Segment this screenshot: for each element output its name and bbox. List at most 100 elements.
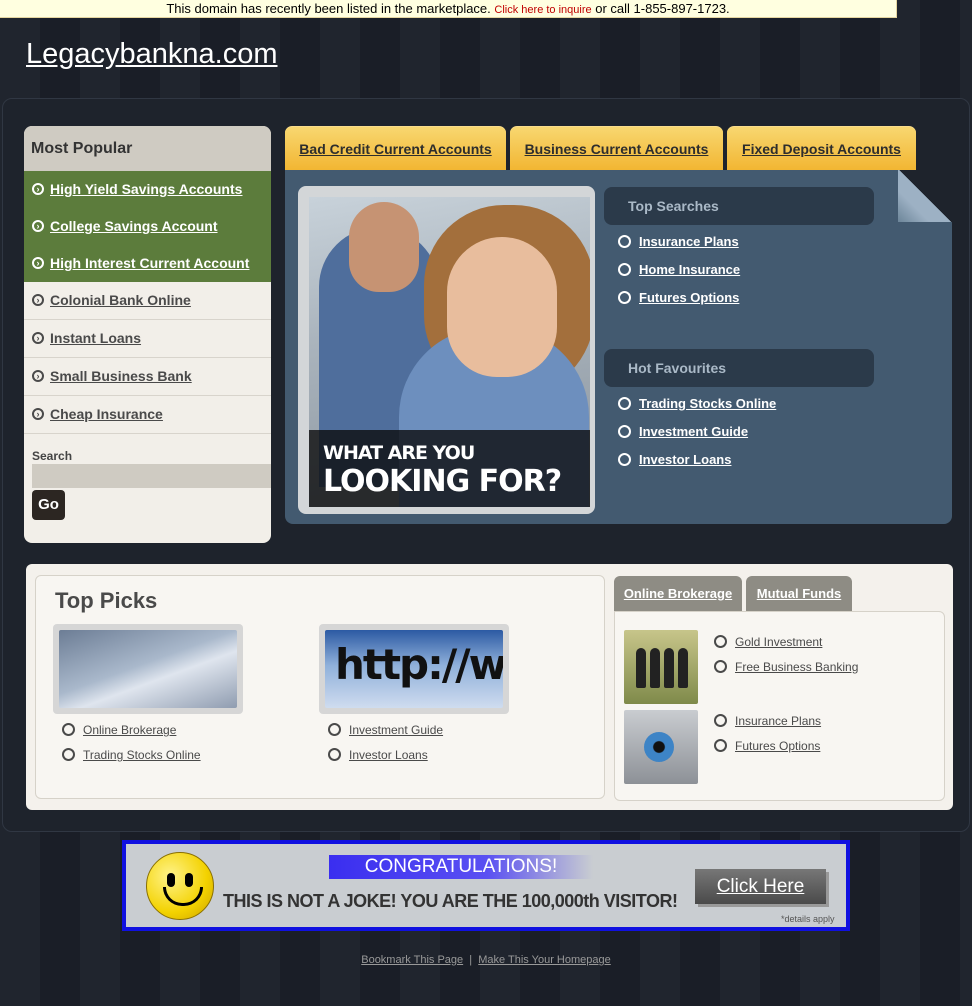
footer-separator: | [469, 954, 473, 966]
sidebar-item-high-interest-current[interactable]: › High Interest Current Account [24, 245, 271, 282]
people-figure [636, 648, 646, 688]
site-title-link[interactable]: Legacybankna.com [26, 38, 278, 71]
sidebar-item-label: High Yield Savings Accounts [50, 181, 243, 197]
sidebar-item-small-business-bank[interactable]: › Small Business Bank [24, 358, 271, 396]
brokerage-link[interactable]: Futures Options [714, 739, 820, 753]
sidebar-heading: Most Popular [24, 126, 271, 171]
people-image[interactable] [624, 630, 698, 704]
sidebar-item-instant-loans[interactable]: › Instant Loans [24, 320, 271, 358]
tab-business-current-accounts[interactable]: Business Current Accounts [510, 126, 723, 171]
http-image-text: http://www [335, 640, 503, 689]
hot-favourite-link[interactable]: Investment Guide [618, 424, 748, 439]
sidebar-item-label: College Savings Account [50, 218, 218, 234]
top-searches-heading: Top Searches [604, 187, 874, 225]
arrow-circle-icon: › [32, 332, 44, 344]
laptop-image[interactable] [59, 630, 237, 708]
marketplace-notice-bar: This domain has recently been listed in … [0, 0, 897, 18]
arrow-circle-icon [618, 453, 631, 466]
click-here-button[interactable]: Click Here [695, 869, 826, 904]
arrow-circle-icon [62, 748, 75, 761]
tab-bad-credit-current-accounts[interactable]: Bad Credit Current Accounts [285, 126, 506, 171]
top-pick-link[interactable]: Investor Loans [328, 748, 428, 762]
hot-favourite-link[interactable]: Trading Stocks Online [618, 396, 776, 411]
sidebar-item-label: Small Business Bank [50, 368, 192, 384]
arrow-circle-icon: › [32, 183, 44, 195]
arrow-circle-icon [714, 714, 727, 727]
top-pick-link[interactable]: Trading Stocks Online [62, 748, 201, 762]
hot-favourites-heading: Hot Favourites [604, 349, 874, 387]
arrow-circle-icon [714, 660, 727, 673]
visitor-banner-ad[interactable]: CONGRATULATIONS! THIS IS NOT A JOKE! YOU… [122, 840, 850, 931]
banner-message: THIS IS NOT A JOKE! YOU ARE THE 100,000t… [223, 891, 678, 911]
smiley-mouth [163, 887, 203, 906]
arrow-circle-icon [328, 748, 341, 761]
smiley-face-icon [146, 852, 214, 920]
arrow-circle-icon: › [32, 370, 44, 382]
arrow-circle-icon [618, 263, 631, 276]
congrats-label: CONGRATULATIONS! [329, 855, 593, 879]
smiley-eye [185, 873, 193, 887]
link-label: Insurance Plans [639, 234, 739, 249]
people-figure [650, 648, 660, 688]
sidebar-item-colonial-bank[interactable]: › Colonial Bank Online [24, 282, 271, 320]
caption-line-1: WHAT ARE YOU [323, 442, 475, 464]
notice-phone-text: or call 1-855-897-1723. [591, 1, 730, 16]
sidebar-most-popular: Most Popular › High Yield Savings Account… [24, 126, 271, 543]
arrow-circle-icon [618, 397, 631, 410]
arrow-circle-icon: › [32, 408, 44, 420]
link-label: Insurance Plans [735, 714, 822, 728]
top-search-link[interactable]: Futures Options [618, 290, 739, 305]
arrow-circle-icon [714, 635, 727, 648]
featured-photo[interactable]: WHAT ARE YOU LOOKING FOR? [309, 197, 590, 507]
arrow-circle-icon: › [32, 257, 44, 269]
search-label: Search [32, 449, 73, 463]
arrow-circle-icon [62, 723, 75, 736]
brokerage-link[interactable]: Free Business Banking [714, 660, 858, 674]
people-figure [678, 648, 688, 688]
search-input[interactable] [32, 464, 271, 488]
make-homepage-link[interactable]: Make This Your Homepage [478, 954, 611, 966]
hot-favourite-link[interactable]: Investor Loans [618, 452, 731, 467]
brokerage-link[interactable]: Gold Investment [714, 635, 822, 649]
link-label: Futures Options [639, 290, 740, 305]
tab-mutual-funds[interactable]: Mutual Funds [746, 576, 852, 612]
sidebar-item-label: High Interest Current Account [50, 255, 250, 271]
top-pick-link[interactable]: Investment Guide [328, 723, 443, 737]
inquire-link[interactable]: Click here to inquire [494, 4, 591, 16]
photo-person-woman-face [447, 237, 557, 377]
go-button[interactable]: Go [32, 490, 65, 520]
photo-caption: WHAT ARE YOU LOOKING FOR? [309, 430, 590, 507]
link-label: Futures Options [735, 739, 821, 753]
tab-online-brokerage[interactable]: Online Brokerage [614, 576, 742, 612]
bookmark-link[interactable]: Bookmark This Page [361, 954, 463, 966]
link-label: Trading Stocks Online [83, 748, 201, 762]
footer: Bookmark This Page | Make This Your Home… [0, 954, 972, 966]
top-search-link[interactable]: Home Insurance [618, 262, 740, 277]
arrow-circle-icon: › [32, 294, 44, 306]
link-label: Investor Loans [349, 748, 428, 762]
top-picks-title: Top Picks [55, 588, 158, 613]
eye-image[interactable] [624, 710, 698, 784]
top-search-link[interactable]: Insurance Plans [618, 234, 739, 249]
tab-fixed-deposit-accounts[interactable]: Fixed Deposit Accounts [727, 126, 916, 171]
page-fold-corner [898, 170, 952, 222]
details-apply-note: *details apply [781, 914, 835, 924]
top-pick-link[interactable]: Online Brokerage [62, 723, 176, 737]
http-image[interactable]: http://www [325, 630, 503, 708]
arrow-circle-icon: › [32, 220, 44, 232]
link-label: Online Brokerage [83, 723, 177, 737]
eye-iris [644, 732, 674, 762]
sidebar-item-cheap-insurance[interactable]: › Cheap Insurance [24, 396, 271, 434]
link-label: Investment Guide [639, 424, 749, 439]
sidebar-item-high-yield-savings[interactable]: › High Yield Savings Accounts [24, 171, 271, 208]
arrow-circle-icon [714, 739, 727, 752]
arrow-circle-icon [618, 235, 631, 248]
link-label: Trading Stocks Online [639, 396, 777, 411]
brokerage-link[interactable]: Insurance Plans [714, 714, 821, 728]
sidebar-item-college-savings[interactable]: › College Savings Account [24, 208, 271, 245]
arrow-circle-icon [618, 291, 631, 304]
sidebar-item-label: Colonial Bank Online [50, 292, 191, 308]
arrow-circle-icon [328, 723, 341, 736]
link-label: Investment Guide [349, 723, 444, 737]
arrow-circle-icon [618, 425, 631, 438]
